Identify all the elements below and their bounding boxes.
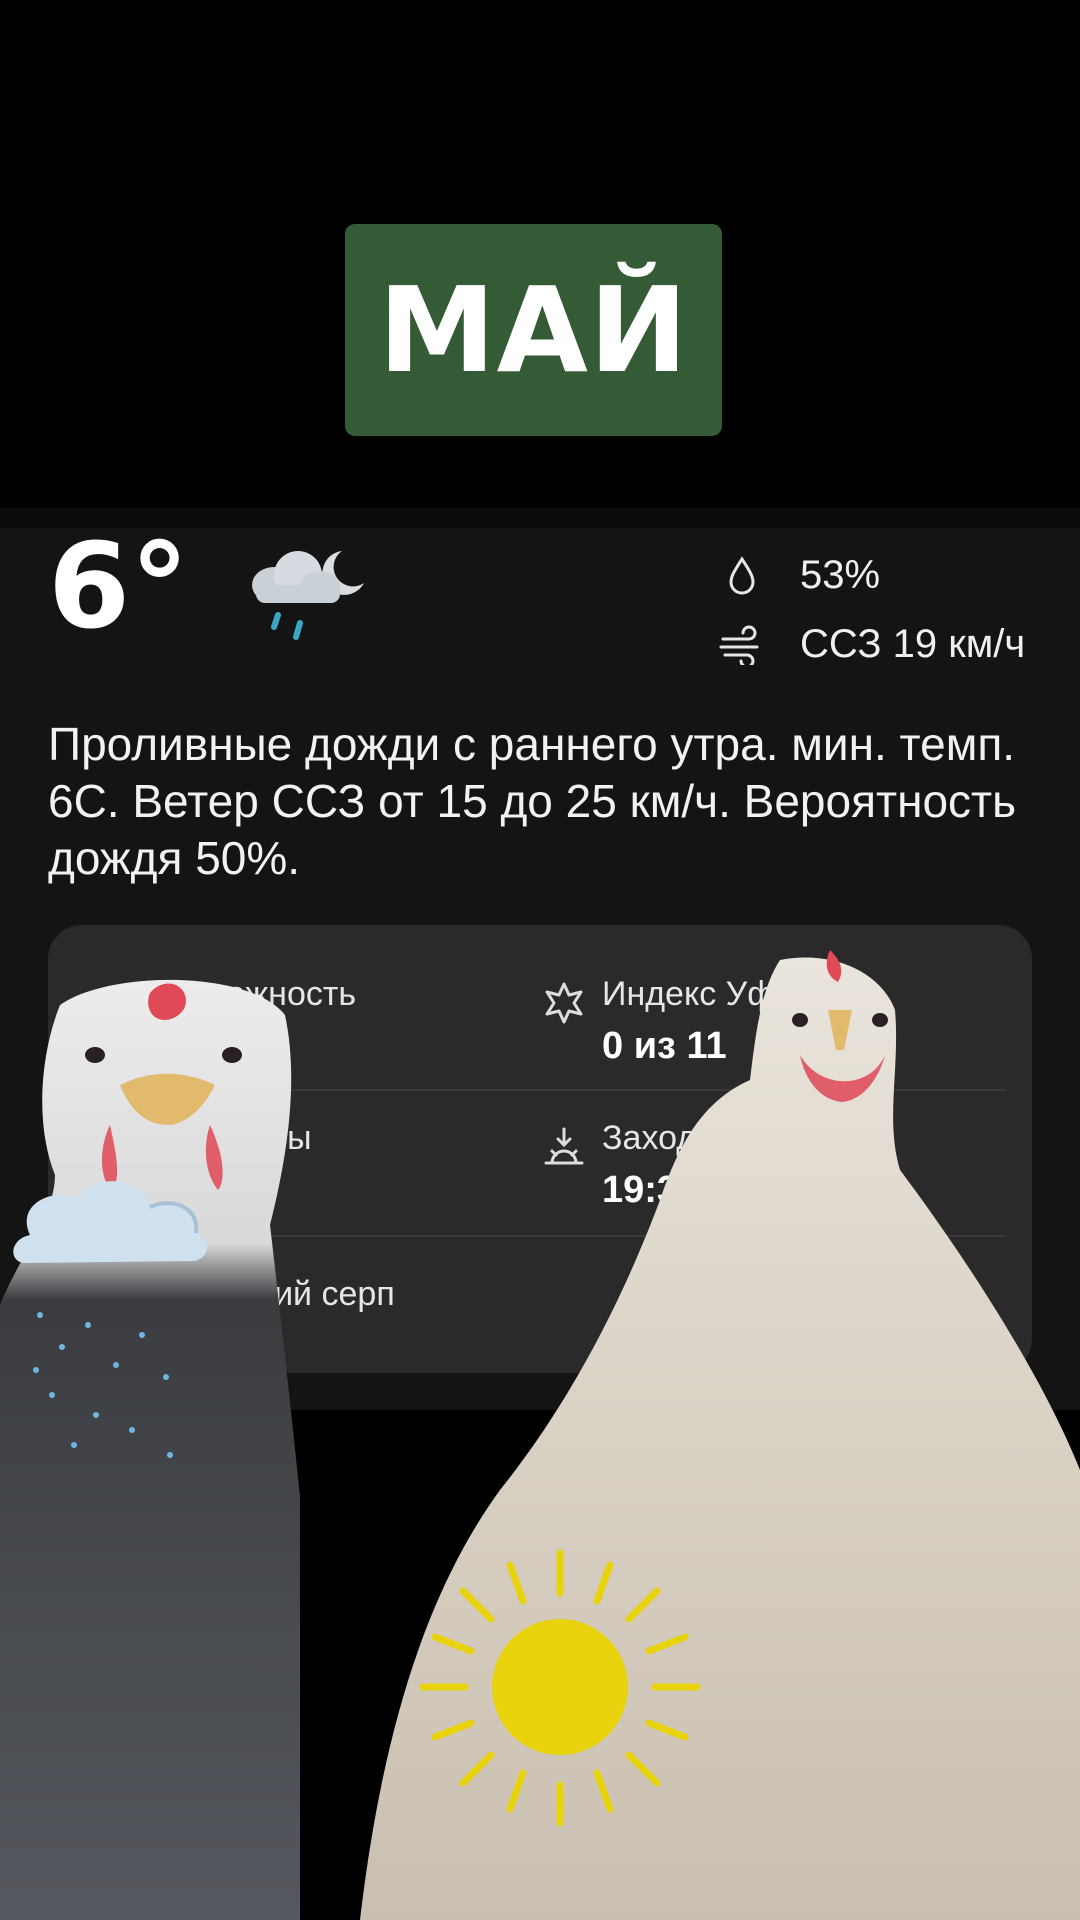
wind-readout: ССЗ 19 км/ч bbox=[716, 622, 1025, 667]
humidity-value: 53% bbox=[800, 553, 881, 597]
rain-cloud-moon-icon bbox=[244, 543, 374, 668]
current-temperature: 6° bbox=[48, 517, 190, 655]
humidity-readout: 53% bbox=[716, 553, 880, 598]
forecast-summary: Проливные дожди с раннего утра. мин. тем… bbox=[48, 718, 1017, 884]
wind-value: ССЗ 19 км/ч bbox=[800, 622, 1026, 666]
hen-sticker-left bbox=[0, 975, 340, 1920]
wind-icon bbox=[716, 623, 768, 667]
drop-icon bbox=[716, 554, 768, 598]
sun-icon bbox=[415, 1545, 705, 1830]
month-title-badge: МАЙ bbox=[345, 224, 722, 436]
month-title: МАЙ bbox=[378, 261, 689, 399]
